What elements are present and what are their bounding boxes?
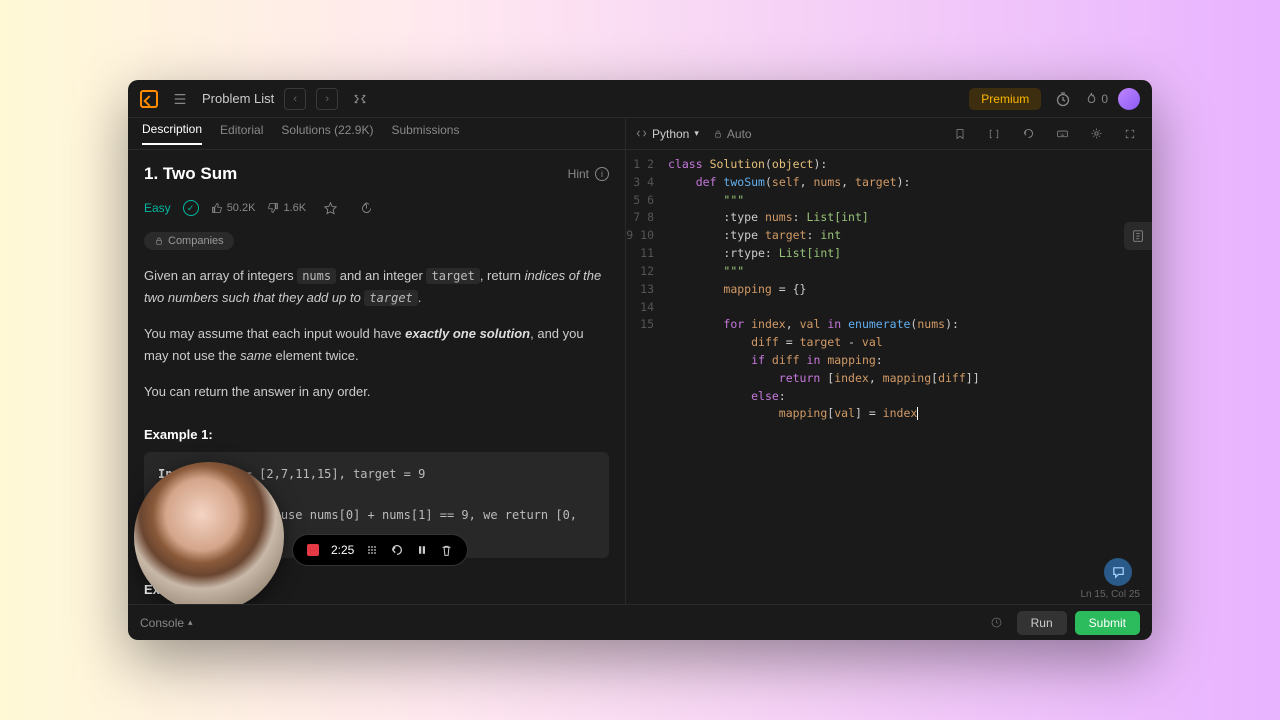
- user-avatar[interactable]: [1118, 88, 1140, 110]
- thumbs-up-icon: [211, 202, 223, 214]
- undo-button[interactable]: [390, 543, 404, 557]
- recording-toolbar: 2:25: [292, 534, 468, 566]
- tab-editorial[interactable]: Editorial: [220, 123, 263, 144]
- streak-counter[interactable]: 0: [1085, 92, 1108, 106]
- problem-list-button[interactable]: Problem List: [202, 91, 274, 106]
- thumbs-down-icon: [267, 202, 279, 214]
- problem-description-p3: You can return the answer in any order.: [144, 381, 609, 403]
- line-gutter: 1 2 3 4 5 6 7 8 9 10 11 12 13 14 15: [626, 150, 664, 589]
- timer-icon[interactable]: [1051, 87, 1075, 111]
- problem-description: Given an array of integers nums and an i…: [144, 265, 609, 309]
- problem-meta: Easy ✓ 50.2K 1.6K: [144, 196, 609, 220]
- brackets-icon[interactable]: [982, 122, 1006, 146]
- share-icon: [360, 202, 373, 215]
- example-1-label: Example 1:: [144, 427, 609, 442]
- fullscreen-icon[interactable]: [1118, 122, 1142, 146]
- submit-button[interactable]: Submit: [1075, 611, 1140, 635]
- run-button[interactable]: Run: [1017, 611, 1067, 635]
- left-panel: Description Editorial Solutions (22.9K) …: [128, 118, 626, 604]
- info-icon: i: [595, 167, 609, 181]
- lock-icon: [154, 236, 164, 246]
- chevron-up-icon: ▴: [188, 617, 193, 628]
- topbar: Problem List ‹ › Premium 0: [128, 80, 1152, 118]
- streak-count: 0: [1101, 92, 1108, 106]
- chevron-down-icon: ▾: [694, 128, 699, 139]
- favorite-button[interactable]: [318, 196, 342, 220]
- right-panel: Python ▾ Auto 1 2 3 4 5 6 7 8 9 10: [626, 118, 1152, 604]
- cursor-position: Ln 15, Col 25: [1081, 589, 1141, 600]
- webcam-overlay: [134, 462, 284, 604]
- chat-fab[interactable]: [1104, 558, 1132, 586]
- chat-icon: [1111, 565, 1126, 580]
- lock-icon: [713, 129, 723, 139]
- companies-tag[interactable]: Companies: [144, 232, 234, 250]
- star-icon: [324, 202, 337, 215]
- console-toggle[interactable]: Console ▴: [140, 616, 193, 630]
- problem-title: 1. Two Sum: [144, 164, 237, 184]
- notes-drawer-icon[interactable]: [1124, 222, 1152, 250]
- record-indicator-icon: [307, 544, 319, 556]
- editor-toolbar: Python ▾ Auto: [626, 118, 1152, 150]
- reset-icon[interactable]: [1016, 122, 1040, 146]
- tab-submissions[interactable]: Submissions: [391, 123, 459, 144]
- language-selector[interactable]: Python ▾: [636, 127, 699, 141]
- hint-button[interactable]: Hint i: [568, 167, 609, 181]
- tab-solutions[interactable]: Solutions (22.9K): [281, 123, 373, 144]
- difficulty-badge: Easy: [144, 201, 171, 215]
- problem-tabs: Description Editorial Solutions (22.9K) …: [128, 118, 625, 150]
- code-icon: [636, 128, 647, 139]
- next-problem-button[interactable]: ›: [316, 88, 338, 110]
- topbar-left: Problem List ‹ ›: [140, 87, 372, 111]
- editor-status-bar: Ln 15, Col 25: [626, 589, 1152, 604]
- share-button[interactable]: [354, 196, 378, 220]
- delete-button[interactable]: [440, 544, 453, 557]
- leetcode-logo-icon[interactable]: [140, 90, 158, 108]
- main-area: Description Editorial Solutions (22.9K) …: [128, 118, 1152, 604]
- menu-icon[interactable]: [168, 87, 192, 111]
- premium-button[interactable]: Premium: [969, 88, 1041, 110]
- dislike-button[interactable]: 1.6K: [267, 202, 306, 214]
- problem-description-p2: You may assume that each input would hav…: [144, 323, 609, 367]
- settings-icon[interactable]: [1084, 122, 1108, 146]
- like-button[interactable]: 50.2K: [211, 202, 256, 214]
- tab-description[interactable]: Description: [142, 122, 202, 145]
- keyboard-icon[interactable]: [1050, 122, 1074, 146]
- auto-toggle[interactable]: Auto: [713, 127, 752, 141]
- prev-problem-button[interactable]: ‹: [284, 88, 306, 110]
- flame-icon: [1085, 92, 1098, 105]
- drag-handle-icon[interactable]: [366, 544, 378, 556]
- bookmark-icon[interactable]: [948, 122, 972, 146]
- recording-time: 2:25: [331, 543, 354, 557]
- history-icon[interactable]: [985, 611, 1009, 635]
- pause-button[interactable]: [416, 544, 428, 556]
- app-window: Problem List ‹ › Premium 0 Description: [128, 80, 1152, 640]
- shuffle-icon[interactable]: [348, 87, 372, 111]
- solved-check-icon: ✓: [183, 200, 199, 216]
- code-body[interactable]: class Solution(object): def twoSum(self,…: [664, 150, 1152, 589]
- topbar-right: Premium 0: [969, 87, 1140, 111]
- bottom-bar: Console ▴ Run Submit: [128, 604, 1152, 640]
- problem-content: 1. Two Sum Hint i Easy ✓ 50.2K 1: [128, 150, 625, 604]
- code-editor[interactable]: 1 2 3 4 5 6 7 8 9 10 11 12 13 14 15 clas…: [626, 150, 1152, 589]
